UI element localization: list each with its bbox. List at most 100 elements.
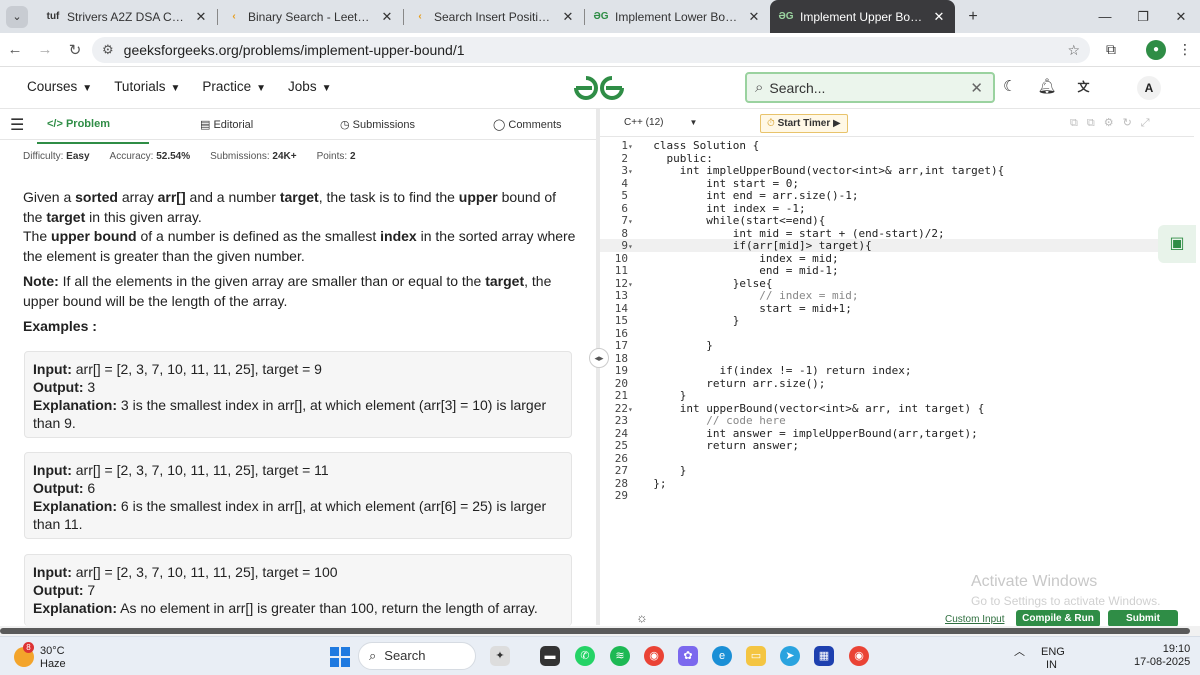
start-timer-button[interactable]: ⏱ Start Timer ▶	[760, 114, 848, 133]
compile-run-button[interactable]: Compile & Run	[1016, 610, 1100, 627]
edge-icon[interactable]: e	[712, 646, 732, 666]
code-line[interactable]: 8 int mid = start + (end-start)/2;	[600, 227, 1194, 240]
menu-icon[interactable]: ⋮	[1178, 41, 1192, 58]
url-field[interactable]: ⚙ geeksforgeeks.org/problems/implement-u…	[92, 37, 1090, 63]
copilot-icon[interactable]: ✦	[490, 646, 510, 666]
forward-icon[interactable]: →	[30, 41, 60, 58]
code-line[interactable]: 28 };	[600, 477, 1194, 490]
fold-marker-icon[interactable]: ▾	[628, 280, 640, 289]
hamburger-menu-icon[interactable]: ☰	[10, 115, 24, 135]
translate-icon[interactable]: 文	[1078, 78, 1090, 95]
browser-tab[interactable]: tuf Strivers A2Z DSA Course/Sheet ✕	[37, 0, 217, 33]
store-icon[interactable]: ▦	[814, 646, 834, 666]
code-line[interactable]: 29	[600, 489, 1194, 502]
code-editor[interactable]: 1▾ class Solution {2 public: 3▾ int imple…	[600, 139, 1194, 609]
folder-icon[interactable]: ▭	[746, 646, 766, 666]
nav-tutorials[interactable]: Tutorials ▼	[114, 79, 180, 94]
fold-marker-icon[interactable]: ▾	[628, 142, 640, 151]
code-line[interactable]: 27 }	[600, 464, 1194, 477]
code-line[interactable]: 10 index = mid;	[600, 252, 1194, 265]
close-icon[interactable]: ✕	[193, 9, 209, 25]
fold-marker-icon[interactable]: ▾	[628, 217, 640, 226]
fold-marker-icon[interactable]: ▾	[628, 405, 640, 414]
telegram-icon[interactable]: ➤	[780, 646, 800, 666]
site-search-input[interactable]: ⌕ Search... ✕	[745, 72, 995, 103]
code-line[interactable]: 14 start = mid+1;	[600, 302, 1194, 315]
close-window-icon[interactable]: ✕	[1162, 9, 1200, 25]
profile-avatar[interactable]: ●	[1146, 40, 1166, 60]
new-tab-button[interactable]: +	[961, 8, 985, 26]
windows-start-icon[interactable]	[330, 647, 350, 667]
fold-marker-icon[interactable]: ▾	[628, 167, 640, 176]
tab-search-button[interactable]: ⌄	[6, 5, 28, 28]
extensions-icon[interactable]: ⧉	[1106, 41, 1116, 58]
code-line[interactable]: 16	[600, 327, 1194, 340]
close-icon[interactable]: ✕	[379, 9, 395, 25]
site-info-icon[interactable]: ⚙	[102, 42, 114, 58]
scrollbar-thumb[interactable]	[0, 628, 1190, 634]
nav-practice[interactable]: Practice ▼	[202, 79, 266, 94]
code-line[interactable]: 1▾ class Solution {	[600, 139, 1194, 152]
close-icon[interactable]: ✕	[560, 9, 576, 25]
code-line[interactable]: 17 }	[600, 339, 1194, 352]
chrome-active-icon[interactable]: ◉	[849, 646, 869, 666]
browser-tab-active[interactable]: ƏG Implement Upper Bound | Practice ✕	[770, 0, 955, 33]
code-line[interactable]: 6 int index = -1;	[600, 202, 1194, 215]
code-line[interactable]: 19 if(index != -1) return index;	[600, 364, 1194, 377]
code-line[interactable]: 3▾ int impleUpperBound(vector<int>& arr,…	[600, 164, 1194, 177]
clock[interactable]: 19:10 17-08-2025	[1134, 643, 1190, 669]
copilot-app-icon[interactable]: ✿	[678, 646, 698, 666]
submit-button[interactable]: Submit	[1108, 610, 1178, 627]
notification-bell-icon[interactable]: 🔔︎	[1037, 77, 1056, 95]
code-line[interactable]: 26	[600, 452, 1194, 465]
clear-search-icon[interactable]: ✕	[970, 79, 983, 97]
back-icon[interactable]: ←	[0, 41, 30, 58]
horizontal-scrollbar[interactable]	[0, 626, 1200, 636]
code-line[interactable]: 13 // index = mid;	[600, 289, 1194, 302]
chevron-up-icon[interactable]: ︿	[1014, 646, 1025, 658]
bookmark-star-icon[interactable]: ☆	[1067, 42, 1080, 59]
dark-mode-icon[interactable]: ☾	[1003, 77, 1016, 95]
code-line[interactable]: 7▾ while(start<=end){	[600, 214, 1194, 227]
code-line[interactable]: 15 }	[600, 314, 1194, 327]
language-select[interactable]: C++ (12) ▼	[624, 117, 697, 128]
chat-icon[interactable]: ▣	[1158, 225, 1196, 263]
restore-icon[interactable]: ❐	[1124, 9, 1162, 25]
code-line[interactable]: 11 end = mid-1;	[600, 264, 1194, 277]
gfg-logo[interactable]	[573, 73, 625, 103]
code-line[interactable]: 22▾ int upperBound(vector<int>& arr, int…	[600, 402, 1194, 415]
code-line[interactable]: 21 }	[600, 389, 1194, 402]
reload-icon[interactable]: ↻	[60, 41, 90, 59]
file-manager-icon[interactable]: ▬	[540, 646, 560, 666]
chrome-icon[interactable]: ◉	[644, 646, 664, 666]
code-line[interactable]: 18	[600, 352, 1194, 365]
user-avatar[interactable]: A	[1137, 76, 1161, 100]
code-line[interactable]: 25 return answer;	[600, 439, 1194, 452]
tab-editorial[interactable]: ▤ Editorial	[200, 118, 253, 131]
code-line[interactable]: 24 int answer = impleUpperBound(arr,targ…	[600, 427, 1194, 440]
code-line[interactable]: 12▾ }else{	[600, 277, 1194, 290]
editor-tool-icons[interactable]: ⧉⧉⚙↻⤢	[1070, 116, 1159, 130]
close-icon[interactable]: ✕	[746, 9, 762, 25]
browser-tab[interactable]: ƏG Implement Lower Bound | Practice ✕	[585, 0, 770, 33]
nav-courses[interactable]: Courses ▼	[27, 79, 92, 94]
tab-problem[interactable]: </> Problem	[37, 118, 149, 144]
taskbar-search[interactable]: ⌕ Search	[358, 642, 476, 670]
code-line[interactable]: 2 public:	[600, 152, 1194, 165]
system-tray[interactable]: ︿ ENG IN	[1014, 643, 1065, 671]
nav-jobs[interactable]: Jobs ▼	[288, 79, 331, 94]
tab-submissions[interactable]: ◷ Submissions	[340, 118, 415, 131]
tab-comments[interactable]: ◯ Comments	[493, 118, 562, 131]
fold-marker-icon[interactable]: ▾	[628, 242, 640, 251]
code-line[interactable]: 5 int end = arr.size()-1;	[600, 189, 1194, 202]
code-line[interactable]: 9▾ if(arr[mid]> target){	[600, 239, 1194, 252]
code-line[interactable]: 23 // code here	[600, 414, 1194, 427]
whatsapp-icon[interactable]: ✆	[575, 646, 595, 666]
lightbulb-icon[interactable]: ☼	[636, 610, 648, 625]
minimize-icon[interactable]: —	[1086, 9, 1124, 24]
code-line[interactable]: 4 int start = 0;	[600, 177, 1194, 190]
browser-tab[interactable]: ‹ Search Insert Position - LeetCode ✕	[404, 0, 584, 33]
close-icon[interactable]: ✕	[931, 9, 947, 25]
custom-input-link[interactable]: Custom Input	[945, 614, 1004, 625]
browser-tab[interactable]: ‹ Binary Search - LeetCode ✕	[218, 0, 403, 33]
